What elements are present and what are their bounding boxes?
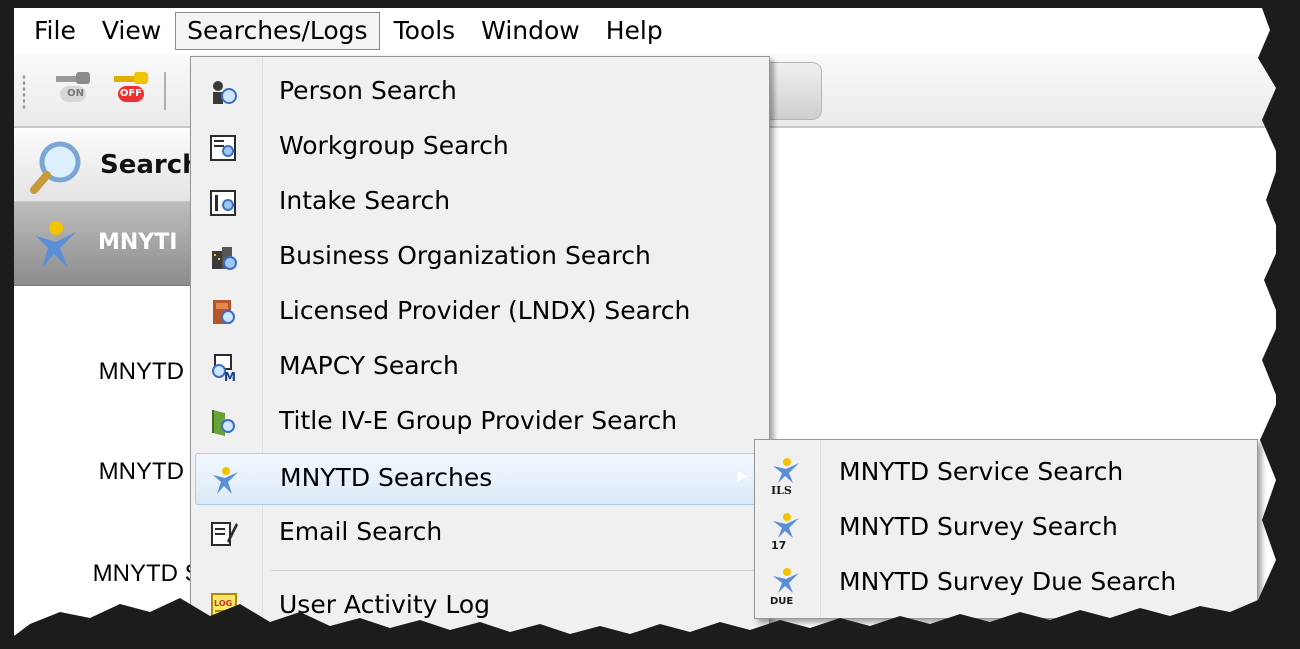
mnytd-survey-due-icon: DUE (770, 568, 799, 606)
menu-separator (271, 570, 761, 571)
menu-workgroup-search[interactable]: Workgroup Search (195, 122, 765, 174)
mnytd-panel-header[interactable]: MNYTI (14, 202, 214, 286)
svg-text:M: M (224, 370, 236, 383)
toolbar-separator (164, 72, 166, 110)
menu-person-search[interactable]: Person Search (195, 67, 765, 119)
menu-label: Business Organization Search (279, 241, 651, 270)
menu-mnytd-service-search[interactable]: ILS MNYTD Service Search (757, 448, 1255, 500)
workgroup-search-icon (210, 135, 236, 161)
svg-text:LOG: LOG (214, 599, 232, 608)
menu-title-ive-search[interactable]: Title IV-E Group Provider Search (195, 397, 765, 449)
intake-search-icon (210, 190, 236, 216)
submenu-label: MNYTD Service Search (839, 457, 1124, 486)
menu-help[interactable]: Help (594, 12, 675, 50)
person-search-icon (213, 81, 237, 104)
menu-label: Workgroup Search (279, 131, 509, 160)
menu-label: User Activity Log (279, 590, 491, 619)
menu-mapcy-search[interactable]: M MAPCY Search (195, 342, 765, 394)
menu-mnytd-survey-due-search[interactable]: DUE MNYTD Survey Due Search (757, 558, 1255, 610)
mnytd-label-2: MNYTD (98, 458, 184, 485)
key-on-label: ON (60, 86, 86, 102)
mnytd-panel-title: MNYTI (98, 230, 178, 255)
mnytd-survey-icon: 17 (771, 513, 799, 551)
mnytd-service-icon: ILS (771, 458, 799, 496)
email-search-icon (211, 522, 238, 546)
menu-licensed-provider-search[interactable]: Licensed Provider (LNDX) Search (195, 287, 765, 339)
mnytd-label-1: MNYTD (98, 358, 184, 385)
menu-file[interactable]: File (22, 12, 88, 50)
menu-window[interactable]: Window (469, 12, 592, 50)
magnifier-icon (30, 141, 81, 194)
title-ive-icon (212, 410, 235, 436)
submenu-badge: DUE (770, 596, 793, 606)
key-on-button[interactable]: ON (54, 68, 92, 108)
mnytd-icon (213, 467, 238, 494)
submenu-arrow-icon: ▶ (737, 468, 748, 484)
menu-label: Title IV-E Group Provider Search (279, 406, 678, 435)
searches-logs-dropdown: Person Search Workgroup Search Intake Se… (190, 56, 770, 636)
licensed-provider-icon (213, 300, 235, 324)
submenu-label: MNYTD Survey Due Search (839, 567, 1177, 596)
menu-label: Licensed Provider (LNDX) Search (279, 296, 691, 325)
search-panel-title: Search (100, 150, 201, 180)
menu-business-organization-search[interactable]: Business Organization Search (195, 232, 765, 284)
submenu-label: MNYTD Survey Search (839, 512, 1118, 541)
menu-tools[interactable]: Tools (382, 12, 468, 50)
left-panel: Search MNYTI MNYTD MNYTD MNYTD Su (14, 130, 214, 636)
key-off-button[interactable]: OFF (112, 68, 150, 108)
key-off-label: OFF (118, 86, 144, 102)
menu-mnytd-survey-search[interactable]: 17 MNYTD Survey Search (757, 503, 1255, 555)
menu-label: Person Search (279, 76, 457, 105)
menu-mnytd-searches[interactable]: MNYTD Searches ▶ (195, 453, 765, 505)
menu-email-search[interactable]: Email Search (195, 508, 765, 560)
menu-label: Intake Search (279, 186, 451, 215)
menu-label: MNYTD Searches (280, 463, 493, 492)
menu-intake-search[interactable]: Intake Search (195, 177, 765, 229)
menu-bar: File View Searches/Logs Tools Window Hel… (14, 8, 1276, 54)
mnytd-person-icon (36, 221, 76, 268)
application-window: File View Searches/Logs Tools Window Hel… (14, 8, 1276, 636)
menu-user-activity-log[interactable]: LOG User Activity Log (195, 581, 765, 633)
mnytd-searches-submenu: ILS MNYTD Service Search 17 MNYTD Survey… (754, 439, 1258, 619)
toolbar-grip[interactable] (22, 74, 26, 110)
menu-label: MAPCY Search (279, 351, 459, 380)
business-org-search-icon (212, 247, 237, 270)
menu-view[interactable]: View (90, 12, 173, 50)
submenu-badge: 17 (771, 539, 786, 551)
mapcy-search-icon: M (212, 354, 236, 383)
submenu-badge: ILS (771, 484, 792, 496)
search-panel-header[interactable]: Search (14, 130, 214, 202)
menu-label: Email Search (279, 517, 443, 546)
menu-searches-logs[interactable]: Searches/Logs (175, 12, 380, 50)
log-icon: LOG (211, 593, 237, 621)
